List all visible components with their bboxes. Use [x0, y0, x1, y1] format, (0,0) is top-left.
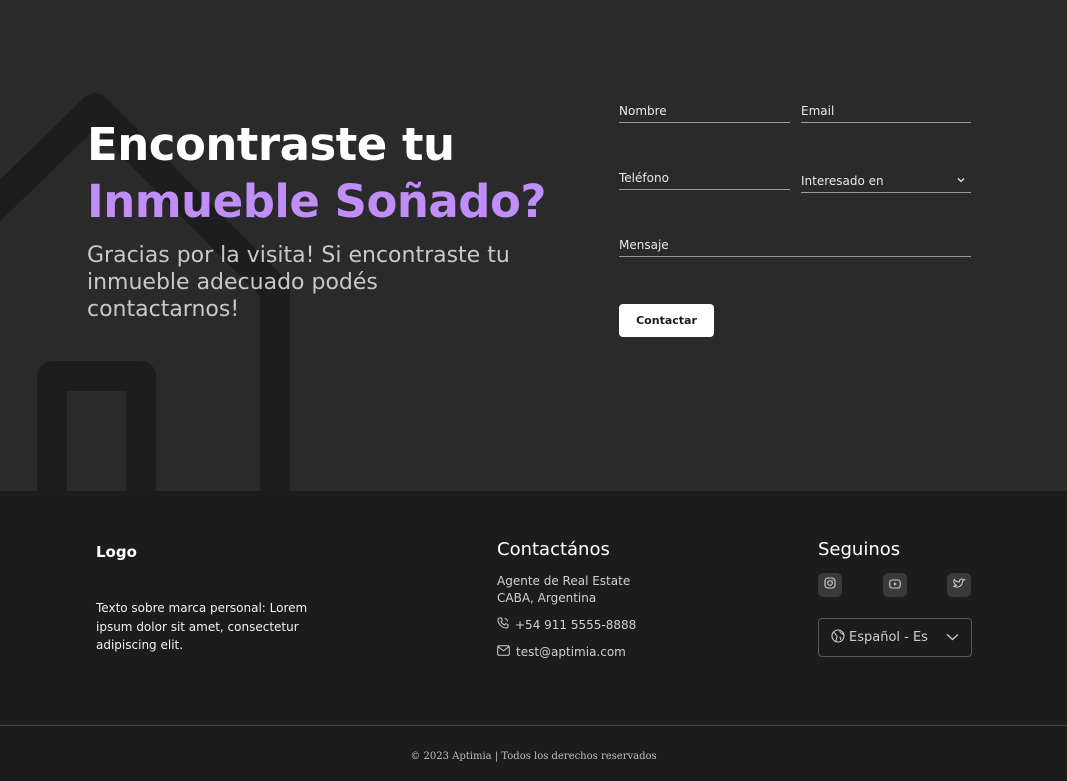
message-field[interactable]: Mensaje	[619, 231, 971, 257]
name-field-label: Nombre	[619, 104, 667, 118]
footer-divider	[0, 725, 1067, 726]
hero-section: Encontraste tu Inmueble Soñado? Gracias …	[0, 0, 1067, 491]
email-contact[interactable]: test@aptimia.com	[497, 644, 626, 661]
contact-button[interactable]: Contactar	[619, 304, 714, 337]
name-field[interactable]: Nombre	[619, 97, 790, 123]
hero-subtitle: Gracias por la visita! Si encontraste tu…	[87, 243, 510, 322]
footer: Logo Texto sobre marca personal: Lorem i…	[0, 491, 1067, 725]
instagram-link[interactable]	[818, 573, 842, 597]
contact-title: Contactános	[497, 539, 610, 560]
phone-field-label: Teléfono	[619, 171, 669, 185]
hero-title-line2: Inmueble Soñado?	[87, 175, 547, 228]
language-label: Español - Es	[849, 630, 928, 645]
email-field[interactable]: Email	[801, 97, 971, 123]
email-address: test@aptimia.com	[516, 645, 626, 659]
hero-headline: Encontraste tu Inmueble Soñado?	[87, 118, 587, 232]
agent-line1: Agente de Real Estate	[497, 574, 631, 588]
interest-select[interactable]: Interesado en	[801, 167, 971, 193]
interest-select-label: Interesado en	[801, 174, 884, 188]
chevron-down-icon	[946, 630, 959, 645]
youtube-link[interactable]	[883, 573, 907, 597]
phone-number: +54 911 5555-8888	[515, 618, 637, 632]
globe-icon	[831, 628, 845, 647]
phone-field[interactable]: Teléfono	[619, 164, 790, 190]
brand-description: Texto sobre marca personal: Lorem ipsum …	[96, 601, 308, 652]
email-field-label: Email	[801, 104, 835, 118]
copyright-text: © 2023 Aptimia | Todos los derechos rese…	[410, 751, 657, 762]
youtube-icon	[889, 576, 901, 594]
social-title: Seguinos	[818, 539, 901, 560]
hero-title-line1: Encontraste tu	[87, 118, 455, 171]
message-field-label: Mensaje	[619, 238, 669, 252]
twitter-link[interactable]	[947, 573, 971, 597]
mail-icon	[497, 644, 510, 661]
language-selector[interactable]: Español - Es	[818, 618, 972, 657]
footer-logo[interactable]: Logo	[96, 543, 137, 561]
instagram-icon	[824, 576, 836, 594]
chevron-down-icon	[957, 175, 965, 186]
agent-line2: CABA, Argentina	[497, 591, 597, 605]
phone-icon	[497, 617, 509, 634]
twitter-icon	[952, 576, 966, 594]
phone-contact[interactable]: +54 911 5555-8888	[497, 617, 636, 634]
